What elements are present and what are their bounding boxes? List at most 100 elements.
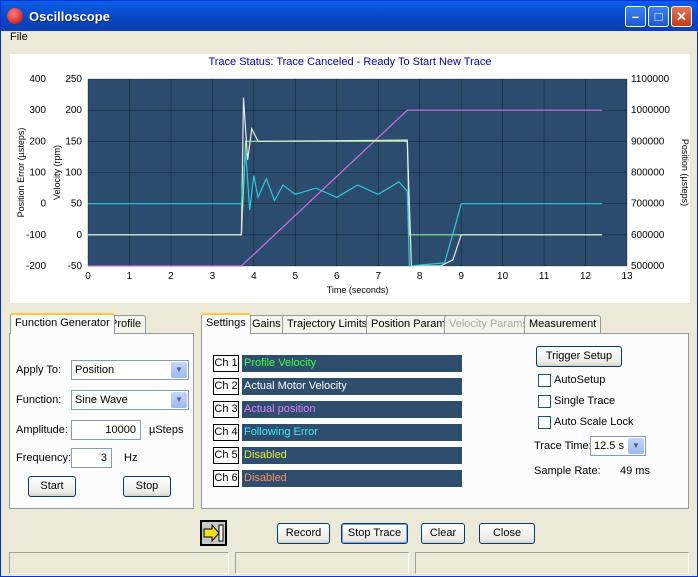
frequency-input[interactable]: 3 — [71, 448, 112, 468]
status-segment-3 — [415, 552, 689, 574]
channel-3-button[interactable]: Ch 3 — [213, 401, 239, 418]
x-tick-label: 11 — [539, 271, 550, 282]
app-icon — [7, 8, 23, 24]
record-button[interactable]: Record — [277, 523, 330, 544]
status-segment-1 — [9, 552, 229, 574]
tab-function-generator[interactable]: Function Generator — [10, 313, 115, 334]
channel-1-button[interactable]: Ch 1 — [213, 355, 239, 372]
position-tick-label: 500000 — [631, 261, 665, 272]
velocity-tick-label: 250 — [65, 74, 82, 85]
function-select[interactable]: Sine Wave ▼ — [71, 390, 189, 410]
arrow-export-icon — [203, 523, 223, 543]
position-tick-label: 1000000 — [631, 105, 670, 116]
function-value: Sine Wave — [75, 394, 128, 406]
tab-gains[interactable]: Gains — [247, 315, 286, 333]
x-tick-label: 12 — [580, 271, 592, 282]
auto-scale-lock-checkbox[interactable] — [538, 416, 551, 429]
title-bar[interactable]: Oscilloscope – □ ✕ — [1, 1, 697, 31]
trigger-setup-button[interactable]: Trigger Setup — [536, 346, 622, 367]
x-tick-label: 6 — [334, 271, 340, 282]
pos-err-tick-label: 200 — [29, 136, 46, 147]
chevron-down-icon[interactable]: ▼ — [171, 392, 187, 408]
x-tick-label: 4 — [251, 271, 257, 282]
amplitude-input[interactable]: 10000 — [71, 420, 141, 440]
sample-rate-label: Sample Rate: — [534, 465, 601, 477]
x-axis-title: Time (seconds) — [327, 285, 389, 295]
position-tick-label: 600000 — [631, 230, 665, 241]
channel-6-source[interactable]: Disabled — [242, 470, 462, 487]
channel-5-source[interactable]: Disabled — [242, 447, 462, 464]
frequency-label: Frequency: — [16, 452, 72, 464]
tab-position-params[interactable]: Position Params — [366, 315, 457, 333]
menu-bar: File — [1, 31, 697, 47]
autosetup-checkbox[interactable] — [538, 374, 551, 387]
velocity-tick-label: 200 — [65, 105, 82, 116]
position-tick-label: 700000 — [631, 199, 665, 210]
oscilloscope-chart: 0 1 2 3 4 5 6 7 8 9 10 11 12 13 400 250 1100000 300 200 100… — [10, 71, 690, 303]
channel-4-button[interactable]: Ch 4 — [213, 424, 239, 441]
trace-status: Trace Status: Trace Canceled - Ready To … — [10, 54, 690, 71]
pos-err-tick-label: -200 — [26, 261, 46, 272]
start-button[interactable]: Start — [28, 476, 76, 497]
single-trace-checkbox[interactable] — [538, 395, 551, 408]
velocity-tick-label: 150 — [65, 136, 82, 147]
x-tick-label: 3 — [210, 271, 216, 282]
single-trace-label: Single Trace — [554, 395, 616, 407]
position-tick-label: 800000 — [631, 168, 665, 179]
chevron-down-icon[interactable]: ▼ — [171, 362, 187, 378]
channel-3-source[interactable]: Actual position — [242, 401, 462, 418]
pos-err-tick-label: 300 — [29, 105, 46, 116]
tab-trajectory-limits[interactable]: Trajectory Limits — [282, 315, 373, 333]
apply-to-select[interactable]: Position ▼ — [71, 360, 189, 380]
close-button[interactable]: Close — [479, 523, 535, 544]
position-axis-title: Position (µsteps) — [680, 139, 690, 206]
velocity-tick-label: -50 — [68, 261, 83, 272]
x-tick-label: 1 — [127, 271, 133, 282]
window-title: Oscilloscope — [29, 8, 110, 24]
channel-2-button[interactable]: Ch 2 — [213, 378, 239, 395]
x-tick-label: 8 — [417, 271, 423, 282]
sample-rate-value: 49 ms — [620, 465, 650, 477]
menu-file[interactable]: File — [10, 31, 28, 43]
velocity-tick-label: 50 — [71, 199, 83, 210]
channel-6-button[interactable]: Ch 6 — [213, 470, 239, 487]
clear-button[interactable]: Clear — [421, 523, 465, 544]
stop-button[interactable]: Stop — [123, 476, 171, 497]
stop-trace-button[interactable]: Stop Trace — [341, 523, 408, 544]
oscilloscope-window: Oscilloscope – □ ✕ File Trace Status: Tr… — [0, 0, 698, 577]
channel-2-source[interactable]: Actual Motor Velocity — [242, 378, 462, 395]
channel-5-button[interactable]: Ch 5 — [213, 447, 239, 464]
apply-to-value: Position — [75, 364, 115, 376]
tab-velocity-params: Velocity Params — [444, 315, 533, 333]
trace-time-select[interactable]: 12.5 s ▼ — [590, 436, 646, 456]
export-button[interactable] — [200, 520, 227, 546]
minimize-button[interactable]: – — [625, 6, 646, 27]
close-window-button[interactable]: ✕ — [671, 6, 692, 27]
position-tick-label: 900000 — [631, 136, 665, 147]
pos-err-tick-label: 100 — [29, 168, 46, 179]
pos-err-axis-title: Position Error (µsteps) — [16, 128, 26, 218]
x-tick-label: 13 — [621, 271, 633, 282]
x-tick-label: 0 — [85, 271, 91, 282]
autosetup-label: AutoSetup — [554, 374, 606, 386]
channel-4-source[interactable]: Following Error — [242, 424, 462, 441]
function-generator-panel: Apply To: Position ▼ Function: Sine Wave… — [9, 333, 194, 509]
x-tick-label: 5 — [293, 271, 299, 282]
maximize-button[interactable]: □ — [648, 6, 669, 27]
x-tick-label: 7 — [375, 271, 381, 282]
amplitude-unit: µSteps — [149, 424, 184, 436]
status-segment-2 — [235, 552, 409, 574]
trace-time-label: Trace Time: — [534, 440, 592, 452]
velocity-tick-label: 0 — [76, 230, 82, 241]
chevron-down-icon[interactable]: ▼ — [628, 438, 644, 454]
apply-to-label: Apply To: — [16, 364, 62, 376]
position-tick-label: 1100000 — [631, 74, 670, 85]
chart-svg: 0 1 2 3 4 5 6 7 8 9 10 11 12 13400 250 1100000300 200 100… — [16, 74, 690, 295]
channel-1-source[interactable]: Profile Velocity — [242, 355, 462, 372]
frequency-unit: Hz — [124, 452, 138, 464]
amplitude-label: Amplitude: — [16, 424, 68, 436]
tab-measurement[interactable]: Measurement — [524, 315, 602, 333]
tab-settings[interactable]: Settings — [201, 313, 251, 334]
status-bar — [1, 549, 697, 577]
x-tick-label: 10 — [497, 271, 509, 282]
